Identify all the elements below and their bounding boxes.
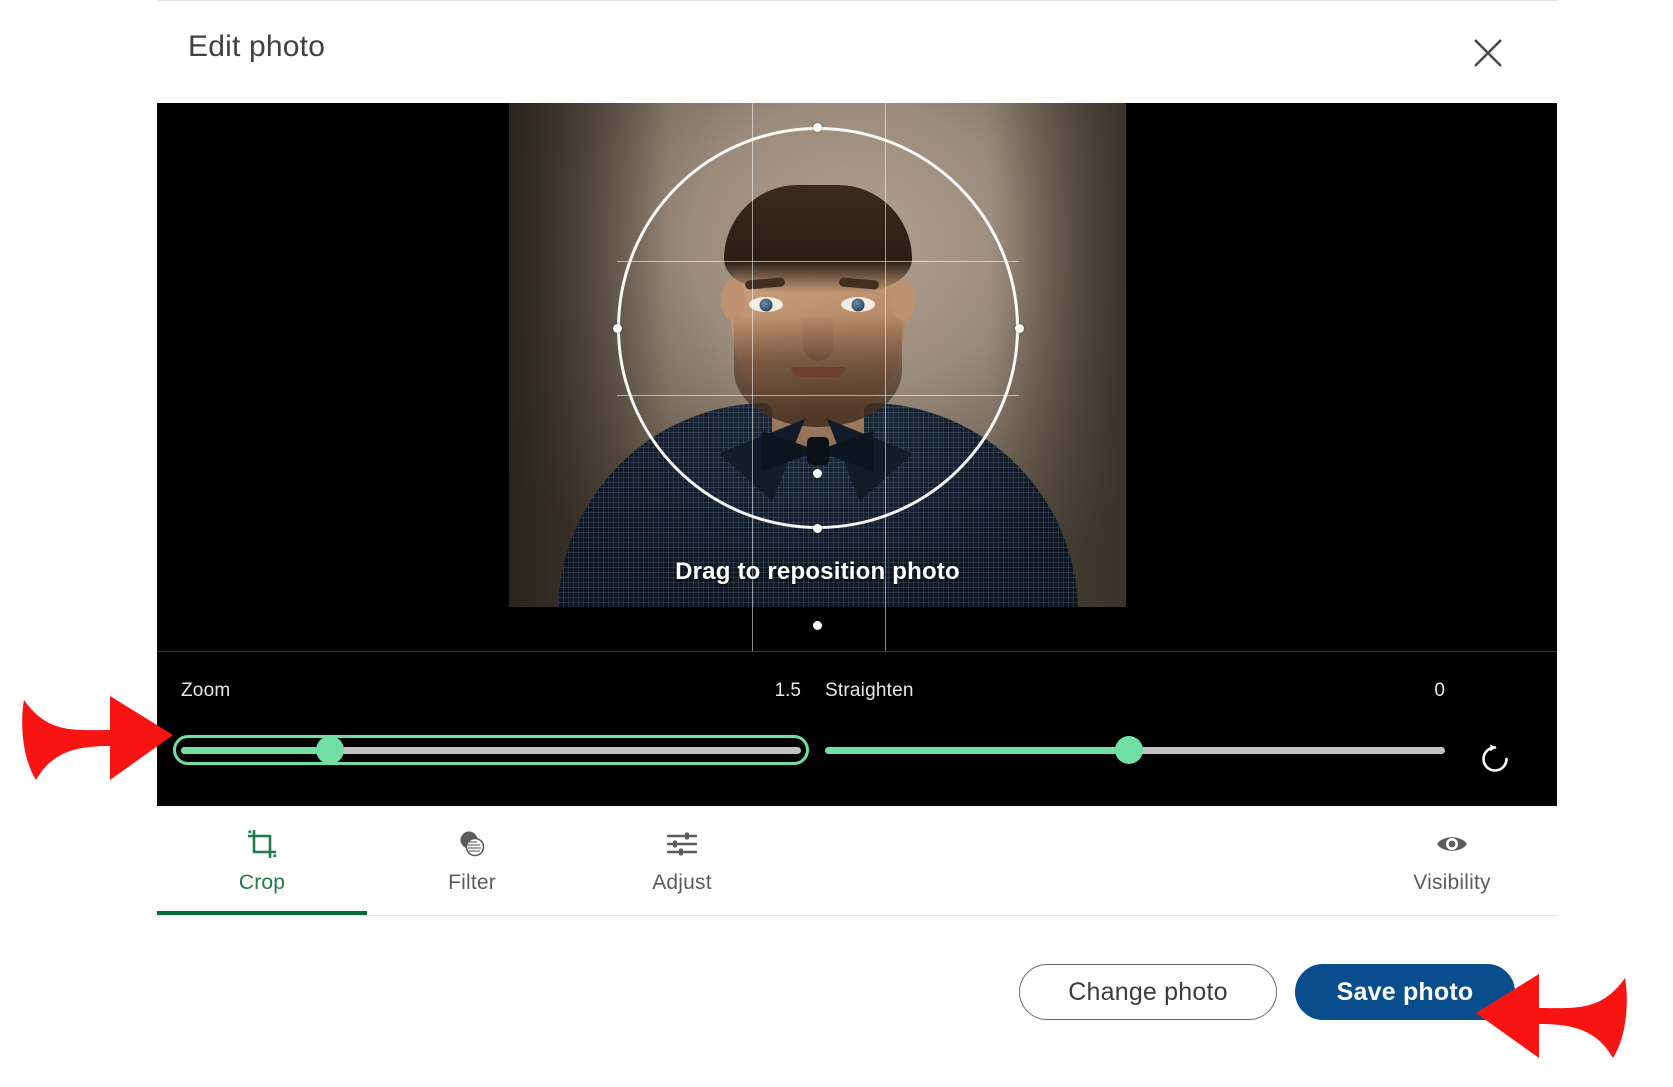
zoom-control-group: Zoom 1.5: [181, 652, 801, 807]
dialog-header: Edit photo: [157, 0, 1557, 104]
rotate-clockwise-icon: [1476, 740, 1514, 781]
sliders-icon: [665, 827, 699, 861]
straighten-slider-thumb[interactable]: [1115, 736, 1143, 764]
annotation-arrow-left: [18, 672, 178, 790]
straighten-control-group: Straighten 0: [825, 652, 1445, 807]
eye-icon: [1435, 827, 1469, 861]
photo-image[interactable]: [509, 103, 1126, 607]
zoom-value: 1.5: [775, 680, 801, 702]
straighten-label: Straighten: [825, 680, 914, 702]
filter-circles-icon: [455, 827, 489, 861]
crop-handle[interactable]: [813, 621, 822, 630]
portrait-photo: [509, 103, 1126, 607]
close-icon: [1471, 36, 1505, 70]
tab-visibility-label: Visibility: [1413, 871, 1490, 895]
screenshot-root: Edit photo: [0, 0, 1673, 1087]
tab-filter-label: Filter: [448, 871, 496, 895]
rotate-button[interactable]: [1467, 732, 1523, 788]
zoom-label: Zoom: [181, 680, 230, 702]
change-photo-button[interactable]: Change photo: [1019, 964, 1277, 1020]
zoom-slider-fill: [181, 747, 330, 754]
edit-photo-dialog: Edit photo: [157, 0, 1557, 1065]
straighten-slider-fill: [825, 747, 1129, 754]
drag-hint-text: Drag to reposition photo: [509, 558, 1126, 586]
straighten-header-row: Straighten 0: [825, 680, 1445, 702]
controls-bar: Zoom 1.5 Straighten 0: [157, 651, 1557, 806]
tab-crop-label: Crop: [239, 871, 285, 895]
close-button[interactable]: [1457, 22, 1519, 84]
tab-filter[interactable]: Filter: [367, 806, 577, 915]
tab-adjust[interactable]: Adjust: [577, 806, 787, 915]
tab-adjust-label: Adjust: [652, 871, 712, 895]
crop-icon: [245, 827, 279, 861]
straighten-slider[interactable]: [825, 736, 1445, 764]
dialog-footer: Change photo Save photo: [157, 916, 1557, 1065]
zoom-slider[interactable]: [181, 736, 801, 764]
editor-tabs: Crop Filter: [157, 806, 1557, 916]
zoom-slider-thumb[interactable]: [316, 736, 344, 764]
dialog-title: Edit photo: [188, 30, 325, 64]
save-photo-button[interactable]: Save photo: [1295, 964, 1515, 1020]
straighten-value: 0: [1434, 680, 1445, 702]
tab-crop[interactable]: Crop: [157, 806, 367, 915]
tab-visibility[interactable]: Visibility: [1347, 806, 1557, 915]
zoom-header-row: Zoom 1.5: [181, 680, 801, 702]
